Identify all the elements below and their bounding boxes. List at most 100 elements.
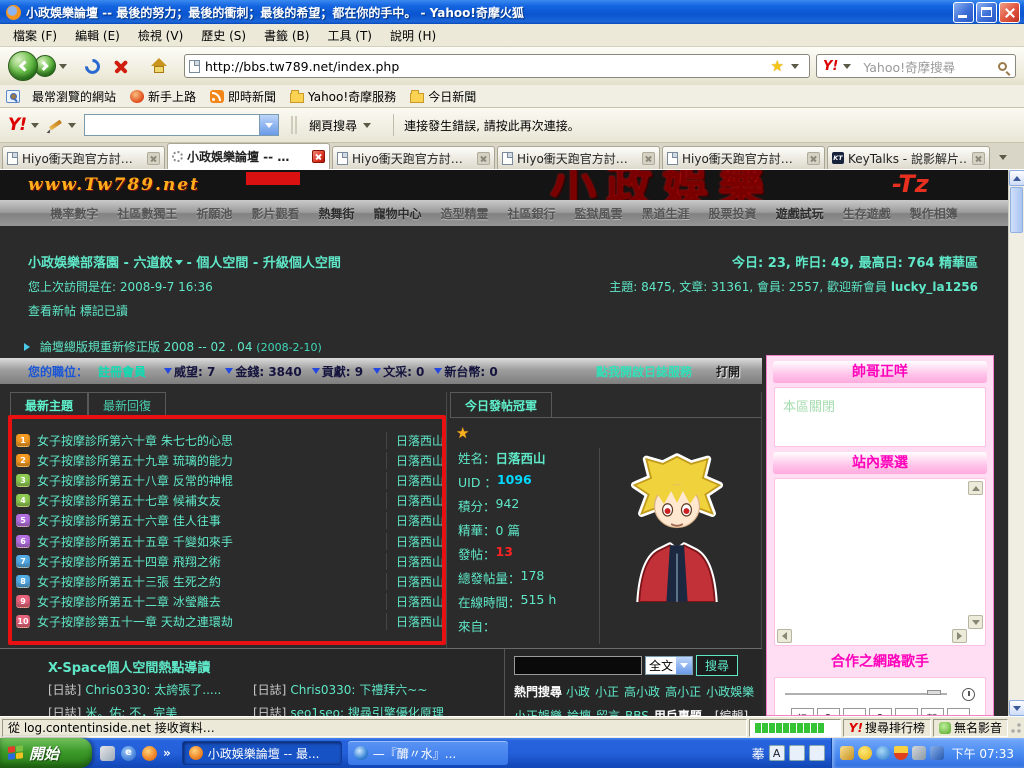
blog-service-link[interactable]: 點我開啟日誌服務 — [596, 363, 692, 380]
history-dropdown-icon[interactable] — [59, 64, 67, 69]
forum-nav-item[interactable]: 生存遊戲 — [843, 205, 891, 222]
yahoo-rank-button[interactable]: Y! 搜尋排行榜 — [843, 719, 931, 737]
scroll-down-icon[interactable] — [968, 615, 983, 629]
hot-search-link[interactable]: 高小正 — [665, 685, 701, 699]
toolbar-resize-handle[interactable] — [291, 116, 297, 134]
scroll-left-icon[interactable] — [777, 629, 792, 643]
back-button[interactable] — [8, 51, 38, 81]
tray-mail-icon[interactable] — [840, 746, 854, 760]
tab-list-dropdown[interactable] — [994, 147, 1011, 167]
resize-grip[interactable] — [1010, 722, 1022, 734]
player-button[interactable]: 暫 — [921, 708, 944, 716]
home-button[interactable] — [150, 58, 168, 74]
bookmark-item[interactable]: 最常瀏覽的網站 — [6, 88, 116, 105]
tray-monitor-icon[interactable] — [930, 746, 944, 760]
hot-search-link[interactable]: 小正 — [595, 685, 619, 699]
browser-scrollbar[interactable] — [1008, 170, 1024, 716]
tab-close-icon[interactable] — [807, 152, 820, 165]
menu-item[interactable]: 檔案 (F) — [4, 24, 66, 47]
tray-volume-icon[interactable] — [912, 746, 926, 760]
close-button[interactable] — [999, 2, 1020, 23]
tab-xiaozheng-active[interactable]: 小政娛樂論壇 -- … — [167, 143, 330, 169]
new-member-link[interactable]: lucky_la1256 — [891, 280, 978, 294]
reload-button[interactable] — [82, 55, 103, 76]
quick-links[interactable]: 查看新帖 標記已讀 — [28, 302, 128, 319]
tab-hiyo-3[interactable]: Hiyo衝天跑官方討… — [497, 146, 660, 169]
ime-menu-icon[interactable] — [809, 745, 825, 761]
yahoo-logo-button[interactable]: Y! — [8, 115, 26, 135]
forum-search-button[interactable]: 搜尋 — [696, 655, 738, 676]
forum-nav-item[interactable]: 影片觀看 — [251, 205, 299, 222]
maximize-button[interactable] — [976, 2, 997, 23]
tab-close-icon[interactable] — [477, 152, 490, 165]
forum-nav-item[interactable]: 祈願池 — [196, 205, 232, 222]
bookmark-item[interactable]: 新手上路 — [130, 88, 196, 105]
announcement-link[interactable]: 論壇總版規重新修正版 2008 -- 02 . 04 — [40, 340, 253, 354]
bookmark-item[interactable]: 即時新聞 — [210, 88, 276, 105]
menu-item[interactable]: 歷史 (S) — [192, 24, 255, 47]
taskbar-button-forum[interactable]: 小政娛樂論壇 -- 最... — [182, 741, 342, 765]
forum-nav-item[interactable]: 監獄風雲 — [575, 205, 623, 222]
forum-nav-item[interactable]: 寵物中心 — [373, 205, 421, 222]
player-button[interactable]: ← — [895, 708, 918, 716]
quick-launch-icon[interactable] — [100, 746, 115, 761]
breadcrumb[interactable]: 小政娛樂部落園 - 六道餃- 個人空間 - 升級個人空間 — [28, 252, 341, 271]
scrollbar-thumb[interactable] — [1010, 187, 1023, 233]
menu-item[interactable]: 工具 (T) — [318, 24, 381, 47]
address-input[interactable]: http://bbs.tw789.net/index.php — [200, 59, 771, 74]
ime-mode-button[interactable]: A — [769, 745, 785, 761]
scroll-right-icon[interactable] — [952, 629, 967, 643]
tab-close-icon[interactable] — [642, 152, 655, 165]
menu-item[interactable]: 書籤 (B) — [255, 24, 318, 47]
forum-search-input[interactable] — [514, 656, 642, 675]
address-bar[interactable]: http://bbs.tw789.net/index.php ★ — [184, 54, 810, 78]
search-lens-icon[interactable] — [998, 62, 1007, 71]
scroll-up-icon[interactable] — [1009, 170, 1024, 186]
select-dropdown-icon[interactable] — [676, 657, 692, 674]
tray-messenger-icon[interactable] — [876, 746, 890, 760]
tab-hiyo-2[interactable]: Hiyo衝天跑官方討… — [332, 146, 495, 169]
user-topic-link[interactable]: 用戶專題 — [654, 709, 702, 716]
edit-link[interactable]: [編輯] — [715, 709, 748, 716]
hot-search-link[interactable]: 留言 — [596, 709, 620, 716]
forum-nav-item[interactable]: 社區銀行 — [508, 205, 556, 222]
tray-security-icon[interactable] — [894, 746, 908, 760]
chevron-down-icon[interactable] — [175, 260, 183, 265]
player-button[interactable]: ? — [817, 708, 840, 716]
bookmark-item[interactable]: 今日新聞 — [410, 88, 476, 105]
web-search-button[interactable]: 網頁搜尋 — [305, 117, 383, 134]
tab-close-icon[interactable] — [312, 150, 325, 163]
tab-latest-topics[interactable]: 最新主題 — [10, 392, 88, 417]
quick-launch-more-icon[interactable]: » — [163, 746, 171, 760]
tab-latest-replies[interactable]: 最新回復 — [88, 392, 166, 417]
hot-search-link[interactable]: 小政娛樂 — [706, 685, 754, 699]
tab-hiyo-1[interactable]: Hiyo衝天跑官方討… — [2, 146, 165, 169]
scroll-up-icon[interactable] — [968, 481, 983, 495]
edit-pencil-icon[interactable] — [47, 117, 63, 133]
player-seek-slider[interactable] — [785, 688, 975, 700]
pencil-dropdown-icon[interactable] — [68, 123, 76, 128]
start-button[interactable]: 開始 — [0, 738, 92, 768]
ime-indicator[interactable]: 菶 — [752, 744, 765, 763]
tab-keytalks[interactable]: KeyTalks - 說影解片… — [827, 146, 990, 169]
bookmark-star-icon[interactable]: ★ — [771, 57, 784, 75]
menu-item[interactable]: 說明 (H) — [381, 24, 445, 47]
minimize-button[interactable] — [953, 2, 974, 23]
search-engine-dropdown-icon[interactable] — [843, 64, 851, 69]
menu-item[interactable]: 編輯 (E) — [66, 24, 129, 47]
forum-nav-item[interactable]: 黑道生涯 — [642, 205, 690, 222]
hot-search-link[interactable]: 高小政 — [624, 685, 660, 699]
player-button[interactable]: ▲ — [843, 708, 866, 716]
member-badge[interactable]: 打開 — [716, 363, 740, 380]
xspace-entry-link[interactable]: [日誌]Chris0330: 下禮拜六~~ — [253, 681, 488, 698]
forum-nav-item[interactable]: 遊戲試玩 — [776, 205, 824, 222]
hot-search-link[interactable]: 小正娛樂 — [514, 709, 562, 716]
connection-error-link[interactable]: 連接發生錯誤, 請按此再次連接。 — [404, 117, 580, 134]
firefox-icon[interactable] — [142, 746, 157, 761]
xspace-entry-link[interactable]: [日誌]seo1seo: 搜尋引擎優化原理 — [253, 704, 488, 716]
hot-search-link[interactable]: BBS — [625, 709, 649, 716]
xspace-entry-link[interactable]: [日誌]米。佑: 不，完美 — [48, 704, 253, 716]
ie-icon[interactable] — [121, 746, 136, 761]
forum-nav-item[interactable]: 股票投資 — [709, 205, 757, 222]
menu-item[interactable]: 檢視 (V) — [129, 24, 192, 47]
